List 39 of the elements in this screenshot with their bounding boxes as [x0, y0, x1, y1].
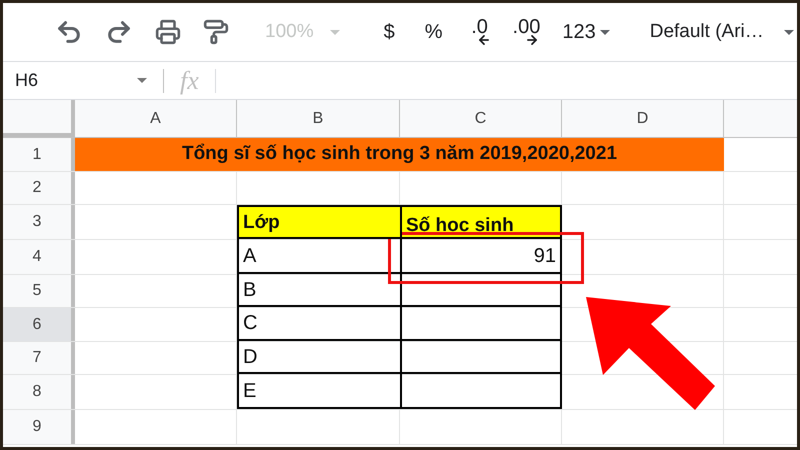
- undo-icon[interactable]: [55, 18, 83, 46]
- row-header[interactable]: 5: [3, 275, 75, 307]
- row-header[interactable]: 9: [3, 410, 75, 444]
- row-header[interactable]: 2: [3, 172, 75, 204]
- row-header[interactable]: 7: [3, 342, 75, 374]
- row-header[interactable]: 1: [3, 138, 75, 171]
- redo-icon[interactable]: [105, 18, 133, 46]
- table-cell: D: [237, 341, 402, 374]
- title-cell: Tổng sĩ số học sinh trong 3 năm 2019,2020,2021: [75, 138, 724, 171]
- header-cell: Lớp: [237, 205, 402, 239]
- column-header[interactable]: B: [237, 100, 400, 137]
- printer-icon[interactable]: [155, 19, 181, 45]
- row-header[interactable]: 6: [3, 308, 75, 341]
- column-header[interactable]: D: [562, 100, 724, 137]
- column-header[interactable]: A: [75, 100, 237, 137]
- column-header[interactable]: C: [400, 100, 562, 137]
- row-header[interactable]: 4: [3, 240, 75, 274]
- paint-roller-icon[interactable]: [203, 19, 229, 45]
- name-box[interactable]: H6: [3, 62, 163, 99]
- caret-icon: [600, 30, 610, 34]
- format-button[interactable]: %: [416, 17, 451, 47]
- row-header[interactable]: 3: [3, 205, 75, 239]
- arrow-icon: [583, 294, 718, 412]
- table-cell: A: [237, 239, 402, 274]
- header-cell: Số học sinh: [400, 205, 562, 239]
- table-cell: 91: [400, 239, 562, 274]
- caret-icon: [137, 78, 147, 83]
- table-cell: C: [237, 307, 402, 341]
- decimal-button[interactable]: .00: [508, 17, 544, 47]
- format-button[interactable]: $: [376, 17, 403, 47]
- decimal-button[interactable]: .0: [464, 17, 495, 47]
- caret-icon: [784, 30, 794, 34]
- row-header[interactable]: 8: [3, 375, 75, 409]
- table-cell: B: [237, 274, 402, 307]
- font-dropdown[interactable]: Default (Ari…: [650, 18, 794, 46]
- table-cell: E: [237, 374, 402, 409]
- caret-icon: [330, 30, 340, 34]
- fx-label: fx: [179, 65, 200, 97]
- format-dropdown[interactable]: 123: [558, 17, 614, 47]
